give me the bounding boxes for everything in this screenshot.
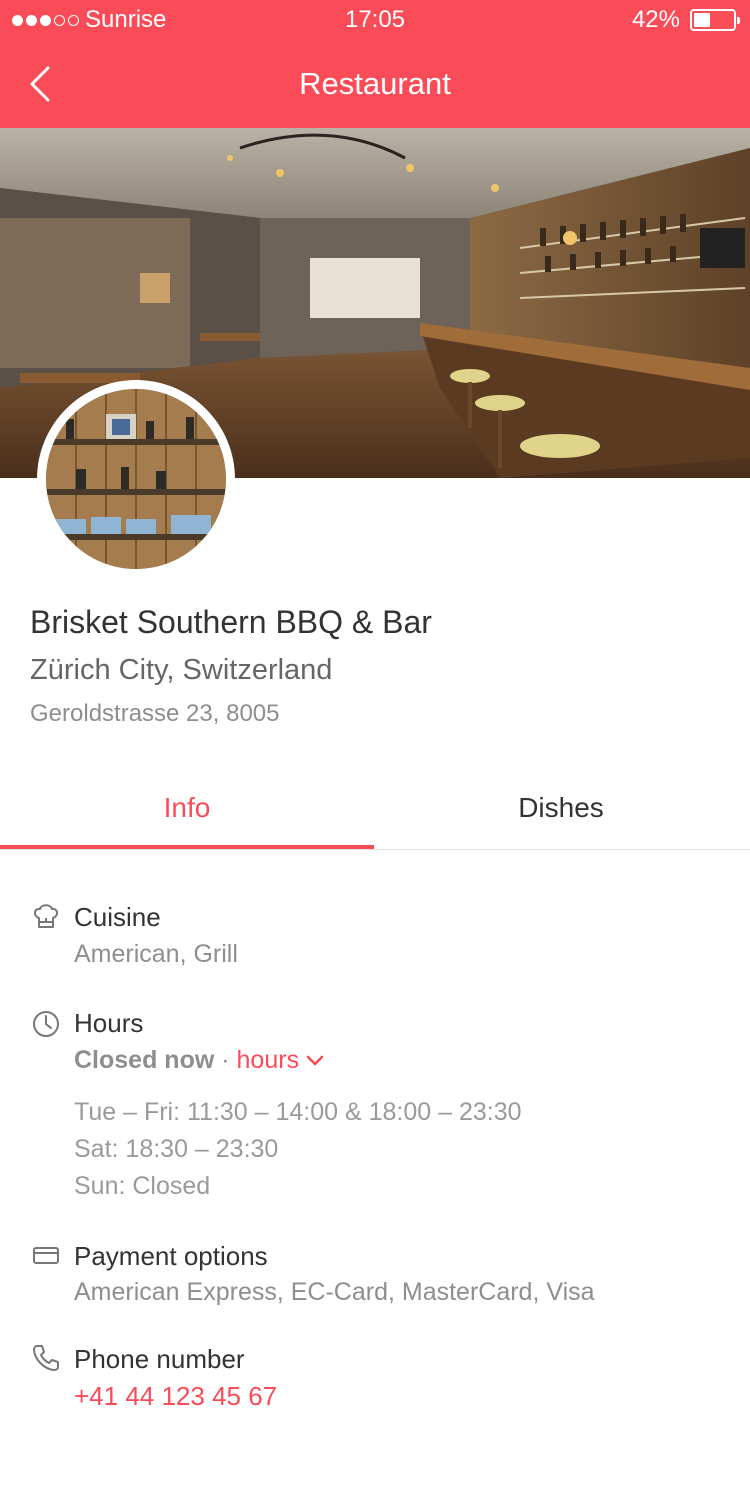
tab-dishes[interactable]: Dishes bbox=[374, 768, 748, 850]
active-tab-indicator bbox=[0, 845, 374, 849]
restaurant-avatar bbox=[37, 380, 235, 578]
phone-title: Phone number bbox=[74, 1344, 245, 1374]
tab-bar: Info Dishes bbox=[0, 768, 750, 850]
cuisine-value: American, Grill bbox=[74, 940, 238, 968]
credit-card-icon bbox=[33, 1247, 59, 1264]
status-right: 42% bbox=[631, 6, 740, 34]
phone-number-link[interactable]: +41 44 123 45 67 bbox=[74, 1381, 277, 1412]
battery-icon bbox=[690, 9, 740, 31]
restaurant-name: Brisket Southern BBQ & Bar bbox=[30, 604, 432, 640]
cuisine-title: Cuisine bbox=[74, 902, 161, 932]
hours-line: Tue – Fri: 11:30 – 14:00 & 18:00 – 23:30 bbox=[74, 1098, 522, 1126]
page-title: Restaurant bbox=[299, 66, 451, 101]
app-header: Sunrise 17:05 42% Restaurant bbox=[0, 0, 750, 128]
avatar-image bbox=[46, 389, 226, 569]
status-bar: Sunrise 17:05 42% bbox=[0, 0, 750, 40]
separator-dot: · bbox=[221, 1046, 230, 1074]
hours-title: Hours bbox=[74, 1008, 144, 1038]
restaurant-address: Geroldstrasse 23, 8005 bbox=[30, 700, 280, 727]
restaurant-city: Zürich City, Switzerland bbox=[30, 654, 333, 686]
hours-line: Sun: Closed bbox=[74, 1172, 211, 1200]
battery-percent: 42% bbox=[631, 6, 680, 33]
payment-value: American Express, EC-Card, MasterCard, V… bbox=[74, 1278, 595, 1306]
hours-line: Sat: 18:30 – 23:30 bbox=[74, 1135, 279, 1163]
tab-info[interactable]: Info bbox=[0, 768, 374, 850]
chef-hat-icon bbox=[34, 904, 58, 928]
nav-bar: Restaurant bbox=[0, 40, 750, 128]
closed-status: Closed now bbox=[74, 1046, 215, 1074]
clock-icon bbox=[33, 1011, 59, 1037]
phone-icon bbox=[33, 1345, 59, 1371]
hours-status-line: Closed now · hours bbox=[74, 1046, 325, 1075]
chevron-down-icon bbox=[306, 1056, 324, 1066]
wooden-shelf-image bbox=[46, 389, 226, 569]
hours-toggle-button[interactable]: hours bbox=[237, 1046, 326, 1074]
battery-level bbox=[694, 13, 710, 27]
hours-toggle-label: hours bbox=[236, 1046, 300, 1074]
payment-title: Payment options bbox=[74, 1241, 268, 1271]
